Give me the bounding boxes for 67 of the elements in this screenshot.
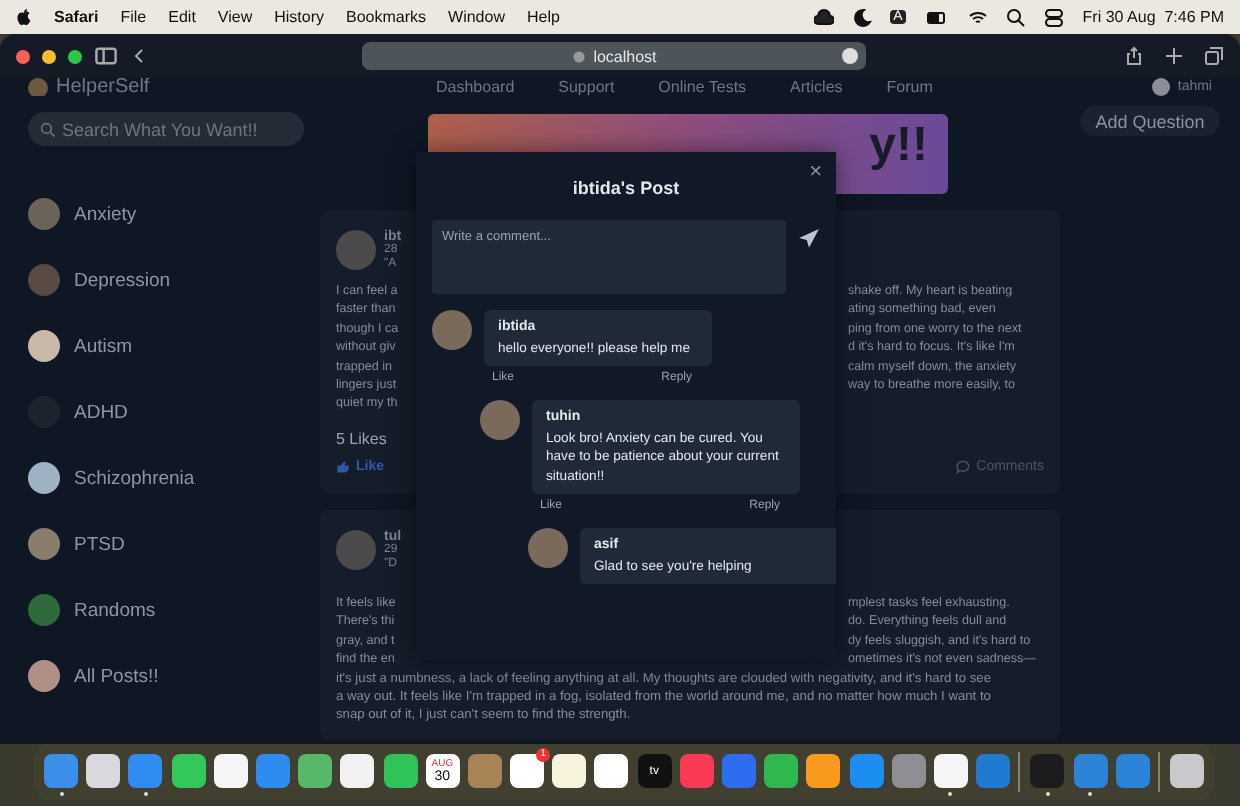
avatar-photo [432,310,472,350]
search-field[interactable]: Search What You Want!! [28,112,304,146]
avatar-photo [336,530,376,570]
sidebar-icon[interactable] [94,44,118,68]
minimize-window-button[interactable] [42,49,56,63]
share-icon[interactable] [1124,46,1144,66]
nav-link[interactable]: Dashboard [436,78,515,96]
category-link[interactable]: All Posts!! [74,665,159,687]
menu-item[interactable]: Help [526,8,560,26]
avatar-photo [528,528,568,568]
menu-item[interactable]: View [217,8,253,26]
cloud-icon[interactable] [813,7,834,27]
app-icon[interactable] [594,750,629,794]
app-icon[interactable] [1018,750,1065,794]
app-icon[interactable] [552,750,587,794]
category-link[interactable]: Randoms [74,599,156,621]
app-icon[interactable] [298,750,333,794]
app-icon[interactable] [340,750,375,794]
app-icon[interactable] [1157,750,1204,794]
category-link[interactable]: ADHD [74,401,128,423]
user-avatar [1151,78,1170,96]
address-bar[interactable]: localhost [362,42,866,70]
thumbs-up-icon [336,459,350,474]
menu-clock[interactable]: Fri 30 Aug 7:46 PM [1082,8,1224,26]
battery-icon[interactable] [924,7,951,27]
menu-item[interactable]: History [274,8,325,26]
wifi-icon[interactable] [968,7,989,27]
more-icon[interactable] [842,48,858,64]
category-link[interactable]: Autism [74,335,133,357]
plus-icon[interactable] [1164,46,1184,66]
menu-item[interactable]: File [120,8,147,26]
search-icon [40,122,56,138]
menu-item[interactable]: Safari [54,8,99,26]
menu-item[interactable]: Bookmarks [346,8,427,26]
app-icon[interactable] [933,750,968,794]
speech-bubble-icon [956,459,971,474]
app-icon[interactable] [383,750,417,794]
globe-icon [571,49,586,63]
add-question-button[interactable]: Add Question [1079,106,1221,136]
nav-link[interactable]: Articles [790,78,843,96]
close-button[interactable]: × [809,162,822,184]
nav-link[interactable]: Forum [886,78,933,96]
search-icon[interactable] [1006,7,1027,27]
logo-icon [28,78,48,96]
nav-link[interactable]: Online Tests [658,78,747,96]
nav-link[interactable]: Support [558,78,615,96]
tabs-icon[interactable] [1204,46,1224,66]
site-logo[interactable]: HelperSelf [56,78,356,96]
menu-item[interactable]: Edit [168,8,196,26]
avatar-photo [336,230,376,270]
likes-count: 5 Likes [336,429,387,448]
avatar-photo [480,400,520,440]
close-window-button[interactable] [16,49,30,63]
app-icon[interactable] [86,750,121,794]
category-link[interactable]: Depression [74,269,171,291]
category-link[interactable]: Anxiety [74,203,137,225]
app-icon[interactable] [171,750,206,794]
zoom-window-button[interactable] [68,49,82,63]
toggle-icon[interactable] [1044,7,1065,27]
category-link[interactable]: Schizophrenia [74,467,195,489]
menu-item[interactable]: Window [448,8,505,26]
apple-logo-icon[interactable] [16,8,32,26]
category-link[interactable]: PTSD [74,533,125,555]
app-icon[interactable] [806,750,841,794]
app-icon[interactable] [213,750,248,794]
moon-icon[interactable] [851,7,872,27]
dialog-title: ibtida's Post [572,178,680,198]
